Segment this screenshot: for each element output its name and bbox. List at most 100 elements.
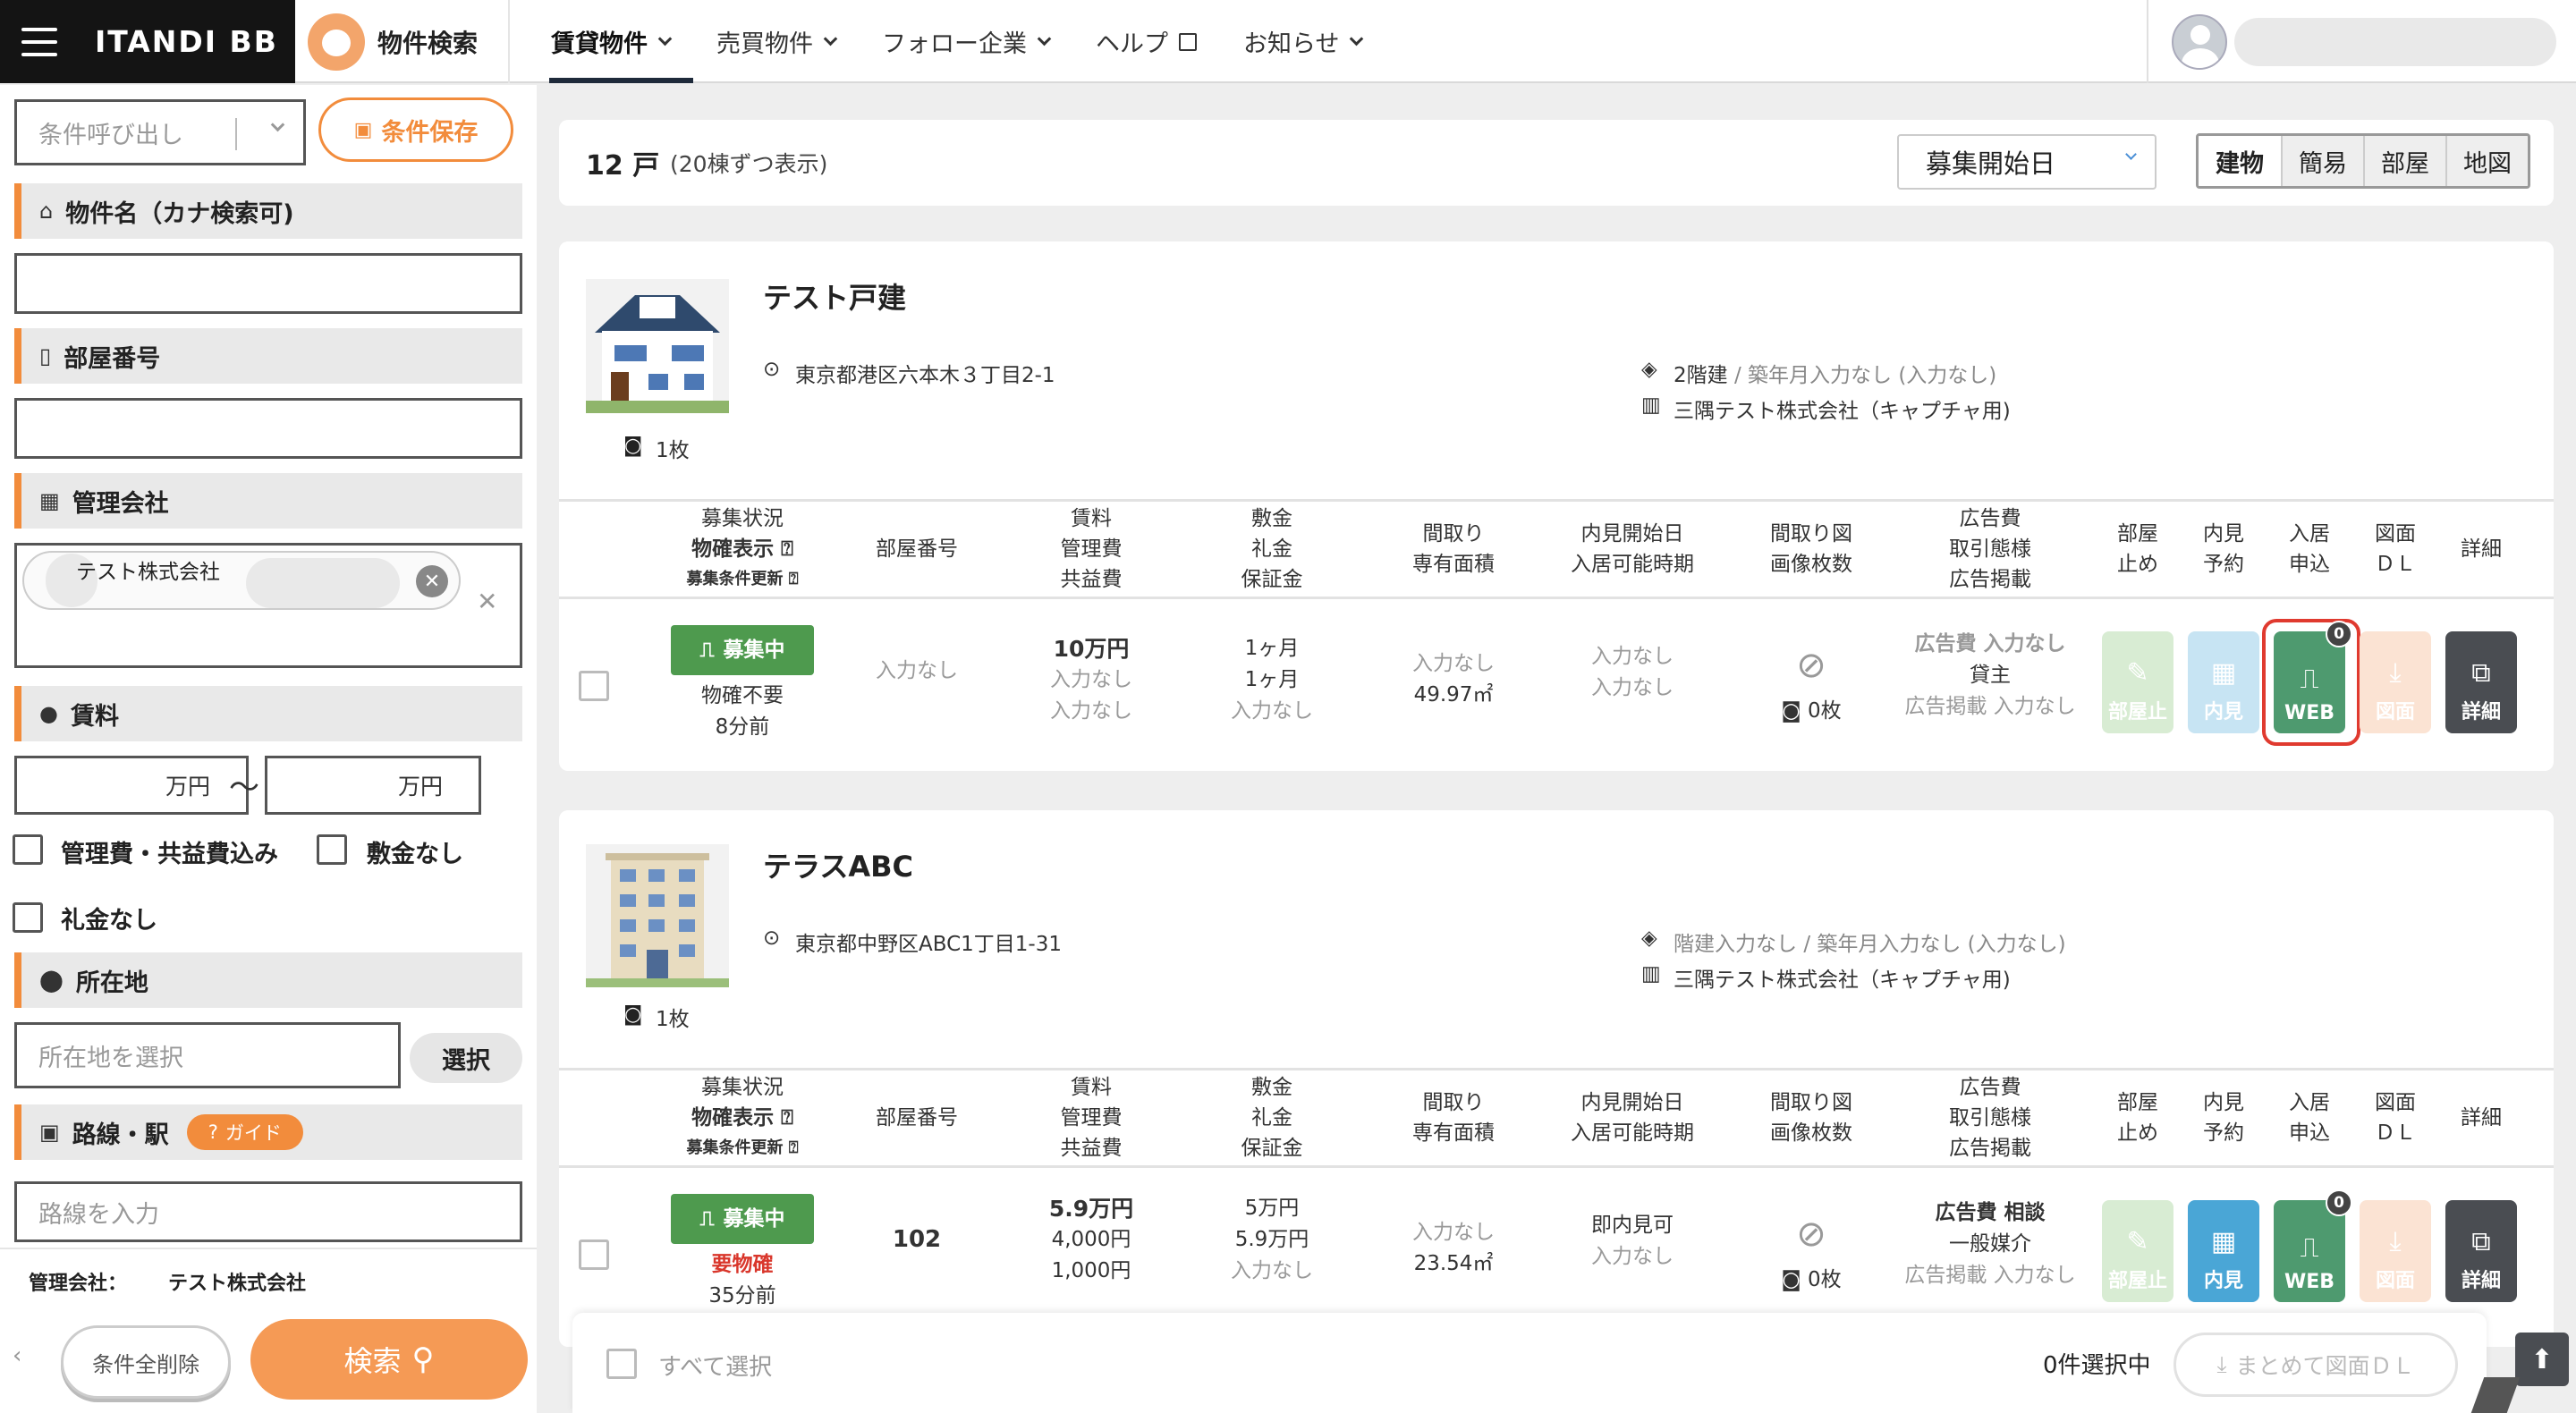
clear-conditions-button[interactable]: 条件全削除 [61,1325,231,1399]
management-company[interactable]: 三隅テスト株式会社（キャプチャ用) [1674,393,2011,424]
no-key-money-checkbox[interactable] [13,902,43,933]
tab-label: 建物 [2216,149,2264,178]
tab-map[interactable]: 地図 [2445,136,2528,186]
detail-button[interactable]: ⧉ 詳細 [2445,1200,2517,1302]
deposit-value: 5万円 [1244,1196,1300,1220]
search-button[interactable]: 検索 ⚲ [250,1319,528,1400]
home-icon: ⌂ [39,199,54,224]
header-text: 物確表示 [691,537,775,561]
header-text: 取引態様 [1949,537,2031,561]
bulk-download-button[interactable]: ⤓ まとめて図面ＤＬ [2174,1333,2458,1397]
calendar-icon: ▦ [2210,1226,2237,1257]
location-pin-icon: ⬤ [39,968,64,993]
nav-news[interactable]: お知らせ [1220,0,1385,83]
header-text: 保証金 [1241,1137,1303,1160]
header-text: 入居可能時期 [1571,553,1694,576]
header-text: 内見開始日 [1580,522,1684,546]
main-nav: 賃貸物件 売買物件 フォロー企業 ヘルプ お知らせ [528,0,1385,83]
images-value: 0枚 [1808,699,1842,723]
room-no: 入力なし [876,658,958,682]
nav-sale[interactable]: 売買物件 [693,0,859,83]
nav-follow[interactable]: フォロー企業 [859,0,1072,83]
view-start-value: 入力なし [1591,645,1674,668]
tab-building[interactable]: 建物 [2199,136,2281,186]
built-value: / 築年月入力なし (入力なし) [1803,933,2066,956]
property-name[interactable]: テスト戸建 [763,275,906,317]
apartment-illustration[interactable] [586,844,729,987]
viewing-reserve-button[interactable]: ▦ 内見 [2188,631,2259,733]
header-text: 内見 [2203,1091,2244,1114]
deposit-value: 1ヶ月 [1244,636,1300,660]
view-start-value: 即内見可 [1591,1214,1674,1237]
property-name[interactable]: テラスABC [763,844,913,885]
door-icon: ⎍ [699,1206,715,1231]
brand-logo[interactable]: ITANDI BB [95,24,278,59]
header-text: 画像枚数 [1770,1121,1852,1145]
no-deposit-checkbox[interactable] [317,834,347,865]
redacted-block [246,558,400,608]
select-all-checkbox[interactable] [606,1349,637,1379]
action-label: 詳細 [2461,701,2501,723]
deposit-cell: 1ヶ月 1ヶ月 入力なし [1205,626,1339,733]
ad-post-value: 広告掲載 入力なし [1904,694,2076,718]
floorplan-dl-button[interactable]: ⤓ 図面 [2360,1200,2431,1302]
user-menu[interactable] [2147,0,2576,83]
room-stop-button[interactable]: ✎ 部屋止 [2102,631,2174,733]
layout-value: 入力なし [1412,1221,1495,1244]
room-stop-button[interactable]: ✎ 部屋止 [2102,1200,2174,1302]
tab-simple[interactable]: 簡易 [2281,136,2363,186]
mgmt-included-checkbox[interactable] [13,834,43,865]
yen-icon: ● [39,701,58,726]
collapse-sidebar-icon[interactable]: ‹ [13,1342,21,1369]
management-company[interactable]: 三隅テスト株式会社（キャプチャ用) [1674,962,2011,993]
section-label: 賃料 [70,702,119,731]
condition-recall-select[interactable]: 条件呼び出し [14,99,306,165]
detail-button[interactable]: ⧉ 詳細 [2445,631,2517,733]
tab-room[interactable]: 部屋 [2363,136,2445,186]
structure-info: 階建入力なし / 築年月入力なし (入力なし) [1674,926,2066,957]
rent-max-input[interactable]: 万円 [265,756,481,815]
section-property-name: ⌂ 物件名（カナ検索可) [14,183,522,239]
avatar [2172,13,2227,70]
room-select-checkbox[interactable] [579,1240,609,1270]
trade-value: 一般媒介 [1949,1231,2031,1256]
header-text: 募集条件更新 ⍰ [686,1138,799,1157]
ad-fee-value: 広告費 相談 [1935,1200,2046,1224]
sort-select[interactable]: 募集開始日 [1897,134,2157,190]
product-switcher[interactable]: 物件検索 [295,0,510,83]
room-select-checkbox[interactable] [579,671,609,701]
property-name-input[interactable] [14,253,522,314]
nav-rental[interactable]: 賃貸物件 [528,0,693,83]
layers-icon: ◈ [1641,926,1657,950]
web-apply-button[interactable]: 0 ⎍ WEB [2274,1189,2352,1302]
summary-label: 管理会社： [29,1273,128,1295]
no-image-icon: ⊘ [1796,1214,1826,1255]
apply-count-badge: 0 [2326,1189,2352,1216]
hamburger-menu-icon[interactable] [21,27,57,56]
select-all-label: すべて選択 [658,1354,773,1381]
scroll-top-button[interactable]: ⬆ [2515,1333,2569,1386]
web-apply-button[interactable]: 0 ⎍ WEB [2274,621,2352,733]
guide-button[interactable]: ? ガイド [186,1114,303,1150]
mascot-icon [308,13,365,71]
location-input[interactable]: 所在地を選択 [14,1022,401,1088]
door-icon: ⎍ [2300,664,2319,695]
location-select-button[interactable]: 選択 [410,1033,522,1083]
apply-count-badge: 0 [2326,621,2352,647]
room-number-input[interactable] [14,398,522,459]
remove-tag-icon[interactable]: ✕ [416,565,448,597]
viewing-reserve-button[interactable]: ▦ 内見 [2188,1200,2259,1302]
section-label: 部屋番号 [64,344,161,373]
line-input[interactable]: 路線を入力 [14,1181,522,1242]
floorplan-dl-button[interactable]: ⤓ 図面 [2360,631,2431,733]
header-text: 賃料 [1071,1076,1112,1099]
rent-min-input[interactable]: 万円 [14,756,249,815]
floorplan-cell: ⊘ ◙ 0枚 [1740,635,1883,742]
nav-help[interactable]: ヘルプ [1072,0,1220,83]
save-condition-button[interactable]: ▣ 条件保存 [318,97,513,162]
rent-unit: 万円 [397,774,443,800]
viewing-cell: 入力なし 入力なし [1552,635,1713,710]
management-company-input[interactable]: テスト株式会社 ✕ ✕ [14,543,522,668]
house-illustration[interactable] [586,279,729,413]
clear-all-icon[interactable]: ✕ [477,587,497,616]
